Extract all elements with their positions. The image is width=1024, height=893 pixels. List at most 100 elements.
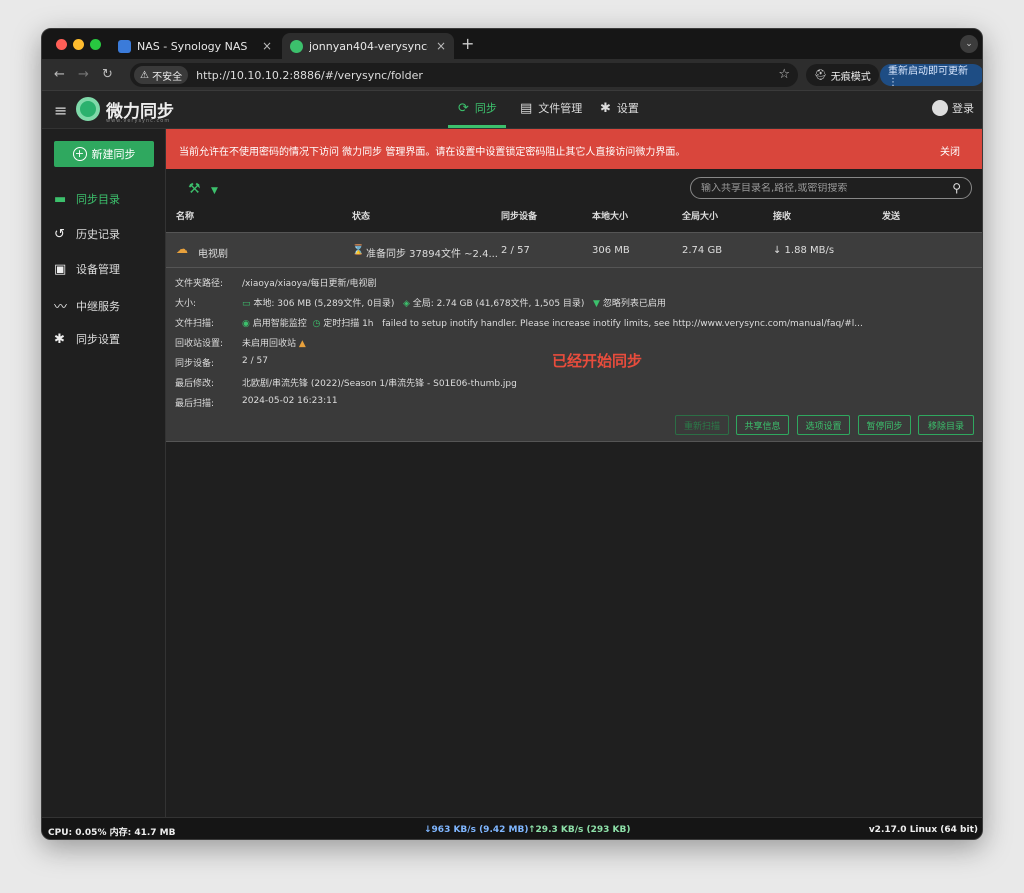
browser-window: NAS - Synology NAS × jonnyan404-verysync… bbox=[41, 28, 983, 840]
back-icon[interactable]: ← bbox=[54, 67, 65, 82]
sidebar-item-label: 历史记录 bbox=[76, 228, 120, 241]
hourglass-icon: ⌛ bbox=[352, 245, 365, 256]
scanned-label: 最后扫描: bbox=[175, 399, 215, 409]
folder-devices: 2 / 57 bbox=[501, 245, 530, 256]
warning-icon: ▲ bbox=[298, 339, 306, 349]
folder-global-size: 2.74 GB bbox=[682, 245, 723, 256]
folder-detail-panel: 文件夹路径: /xiaoya/xiaoya/每日更新/电视剧 大小: ▭ 本地:… bbox=[166, 267, 982, 442]
nav-settings[interactable]: ✱ 设置 bbox=[600, 100, 639, 116]
recycle-text: 未启用回收站 bbox=[242, 339, 297, 349]
verysync-favicon-icon bbox=[290, 39, 303, 53]
login-button[interactable]: 登录 bbox=[932, 100, 974, 116]
new-tab-button[interactable]: + bbox=[461, 34, 474, 53]
modified-value: 北欧剧/串流先锋 (2022)/Season 1/串流先锋 - S01E06-t… bbox=[242, 379, 517, 389]
sidebar-item-label: 同步设置 bbox=[76, 333, 120, 346]
scan-label: 文件扫描: bbox=[175, 319, 215, 329]
insecure-label: 不安全 bbox=[152, 71, 183, 83]
sidebar-item-label: 设备管理 bbox=[76, 263, 120, 276]
path-label: 文件夹路径: bbox=[175, 279, 224, 289]
sidebar-item-relay[interactable]: 〰 中继服务 bbox=[54, 296, 120, 316]
pause-sync-button[interactable]: 暂停同步 bbox=[858, 415, 911, 435]
folder-name: 电视剧 bbox=[198, 249, 228, 260]
download-rate: ↓963 KB/s (9.42 MB) bbox=[424, 825, 529, 835]
nav-sync[interactable]: ⟳ 同步 bbox=[458, 100, 497, 116]
cpu-memory-status: CPU: 0.05% 内存: 41.7 MB bbox=[48, 828, 176, 838]
incognito-icon: ⛑ bbox=[814, 69, 827, 81]
size-value: ▭ 本地: 306 MB (5,289文件, 0目录) ◈ 全局: 2.74 G… bbox=[242, 296, 666, 309]
tools-dropdown[interactable]: ⚒ ▼ bbox=[188, 181, 218, 197]
folder-status: 准备同步 37894文件 ~2.4... bbox=[366, 249, 498, 260]
menu-icon[interactable]: ≡ bbox=[54, 101, 67, 120]
column-header-name: 名称 bbox=[176, 212, 195, 222]
close-tab-icon[interactable]: × bbox=[436, 39, 446, 53]
rescan-button[interactable]: 重新扫描 bbox=[675, 415, 729, 435]
modified-label: 最后修改: bbox=[175, 379, 215, 389]
recycle-label: 回收站设置: bbox=[175, 339, 224, 349]
scan-error: failed to setup inotify handler. Please … bbox=[382, 319, 863, 329]
new-sync-button[interactable]: + 新建同步 bbox=[54, 141, 154, 167]
incognito-indicator[interactable]: ⛑ 无痕模式 bbox=[806, 64, 879, 86]
sidebar-item-sync-folders[interactable]: ▬ 同步目录 bbox=[54, 191, 120, 207]
address-bar[interactable]: ⚠ 不安全 http://10.10.10.2:8886/#/verysync/… bbox=[130, 63, 798, 87]
user-icon bbox=[932, 100, 948, 116]
path-value: /xiaoya/xiaoya/每日更新/电视剧 bbox=[242, 279, 377, 289]
search-icon[interactable]: ⚲ bbox=[952, 181, 961, 195]
upload-rate: ↑29.3 KB/s (293 KB) bbox=[528, 825, 631, 835]
minimize-window-button[interactable] bbox=[73, 39, 84, 50]
banner-close-button[interactable]: 关闭 bbox=[940, 143, 960, 158]
reload-icon[interactable]: ↻ bbox=[102, 67, 113, 82]
nav-file-manager[interactable]: ▤ 文件管理 bbox=[520, 100, 582, 116]
cloud-download-icon: ☁ bbox=[176, 242, 188, 256]
tab-synology[interactable]: NAS - Synology NAS × bbox=[110, 33, 280, 59]
forward-icon[interactable]: → bbox=[78, 67, 89, 82]
brand-subtitle: www.verysync.com bbox=[106, 118, 171, 124]
recycle-value: 未启用回收站 ▲ bbox=[242, 336, 306, 349]
folder-receive-rate: ↓ 1.88 MB/s bbox=[773, 245, 835, 256]
plus-icon: + bbox=[72, 147, 87, 161]
insecure-badge[interactable]: ⚠ 不安全 bbox=[134, 66, 189, 84]
devices-value: 2 / 57 bbox=[242, 356, 268, 366]
tab-search-button[interactable]: ⌄ bbox=[960, 35, 978, 53]
gear-icon: ✱ bbox=[600, 100, 611, 116]
close-tab-icon[interactable]: × bbox=[262, 39, 272, 53]
login-label: 登录 bbox=[952, 102, 974, 115]
layers-icon: ◈ bbox=[402, 299, 410, 309]
close-window-button[interactable] bbox=[56, 39, 67, 50]
tab-title: NAS - Synology NAS bbox=[137, 39, 248, 53]
size-global: 全局: 2.74 GB (41,678文件, 1,505 目录) bbox=[412, 299, 585, 309]
bookmark-star-icon[interactable]: ☆ bbox=[778, 67, 790, 82]
app-header: ≡ 微力同步 www.verysync.com ⟳ 同步 ▤ 文件管理 ✱ 设置… bbox=[42, 91, 982, 129]
url-text[interactable]: http://10.10.10.2:8886/#/verysync/folder bbox=[196, 69, 423, 82]
remove-folder-button[interactable]: 移除目录 bbox=[918, 415, 974, 435]
browser-toolbar: ← → ↻ ⚠ 不安全 http://10.10.10.2:8886/#/ver… bbox=[42, 59, 982, 91]
version-info: v2.17.0 Linux (64 bit) bbox=[868, 825, 978, 835]
scan-value: ◉ 启用智能监控 ◷ 定时扫描 1h failed to setup inoti… bbox=[242, 316, 863, 329]
size-ignore: 忽略列表已启用 bbox=[602, 299, 666, 309]
devices-label: 同步设备: bbox=[175, 359, 215, 369]
search-box[interactable]: ⚲ bbox=[690, 177, 972, 199]
share-info-button[interactable]: 共享信息 bbox=[736, 415, 789, 435]
tab-verysync[interactable]: jonnyan404-verysync-1 | v2. × bbox=[282, 33, 454, 59]
status-bar: CPU: 0.05% 内存: 41.7 MB ↓963 KB/s (9.42 M… bbox=[42, 817, 982, 839]
sidebar-item-sync-settings[interactable]: ✱ 同步设置 bbox=[54, 331, 120, 347]
chevron-down-icon: ▼ bbox=[211, 186, 218, 196]
sidebar-item-label: 中继服务 bbox=[76, 299, 120, 313]
search-input[interactable] bbox=[701, 182, 941, 194]
security-warning-banner: 当前允许在不使用密码的情况下访问 微力同步 管理界面。请在设置中设置锁定密码阻止… bbox=[166, 129, 982, 169]
zoom-window-button[interactable] bbox=[90, 39, 101, 50]
table-row[interactable]: ☁ 电视剧 ⌛ 准备同步 37894文件 ~2.4... 2 / 57 306 … bbox=[166, 232, 982, 267]
clock-icon: ◷ bbox=[312, 319, 321, 329]
sidebar-item-history[interactable]: ↺ 历史记录 bbox=[54, 226, 120, 242]
sidebar-item-devices[interactable]: ▣ 设备管理 bbox=[54, 261, 120, 277]
banner-message: 当前允许在不使用密码的情况下访问 微力同步 管理界面。请在设置中设置锁定密码阻止… bbox=[179, 147, 686, 158]
size-local: 本地: 306 MB (5,289文件, 0目录) bbox=[253, 299, 395, 309]
sidebar-item-label: 同步目录 bbox=[76, 193, 120, 206]
tab-bar: NAS - Synology NAS × jonnyan404-verysync… bbox=[42, 29, 982, 59]
sidebar: + 新建同步 ▬ 同步目录 ↺ 历史记录 ▣ 设备管理 〰 中继服务 ✱ 同步设… bbox=[42, 129, 166, 817]
nav-label: 设置 bbox=[616, 102, 639, 115]
new-sync-label: 新建同步 bbox=[91, 148, 136, 161]
dsm-favicon-icon bbox=[118, 39, 131, 53]
options-button[interactable]: 选项设置 bbox=[797, 415, 850, 435]
verysync-logo bbox=[76, 97, 100, 121]
relaunch-update-button[interactable]: 重新启动即可更新 ⋮ bbox=[880, 64, 982, 88]
